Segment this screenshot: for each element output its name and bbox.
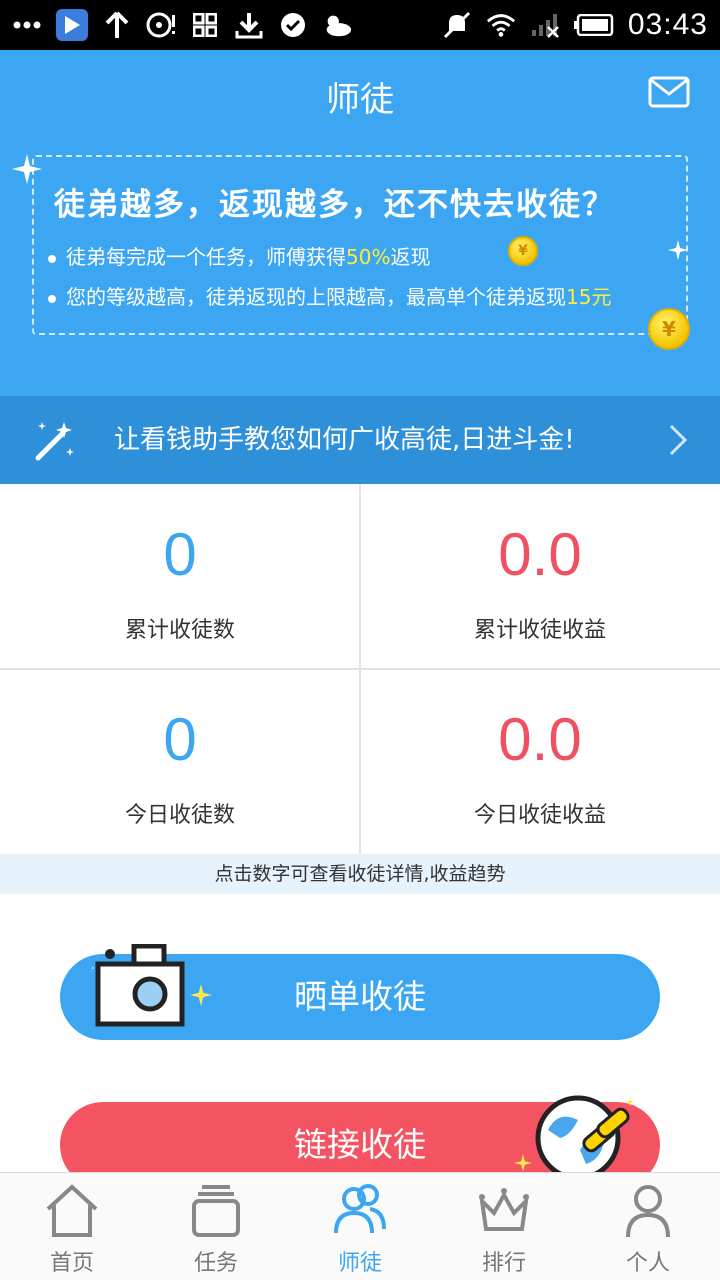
nav-label: 个人 xyxy=(625,1251,670,1276)
camera-icon xyxy=(92,944,185,1027)
tutorial-text: 让看钱助手教您如何广收高徒,日进斗金! xyxy=(114,425,575,455)
stat-label: 累计收徒收益 xyxy=(473,618,606,643)
disc-icon xyxy=(146,10,176,40)
media-player-icon xyxy=(56,9,88,41)
silent-bell-icon xyxy=(442,10,472,40)
promo-line-2-highlight: 15元 xyxy=(566,285,612,309)
link-globe-icon xyxy=(535,1095,634,1172)
check-circle-icon xyxy=(278,10,308,40)
stat-label: 累计收徒数 xyxy=(124,618,235,643)
app-grid-icon xyxy=(190,10,220,40)
nav-label: 任务 xyxy=(193,1251,238,1276)
crown-icon xyxy=(479,1188,529,1231)
stat-total-earnings[interactable]: 0.0 累计收徒收益 xyxy=(360,484,720,669)
nav-label: 首页 xyxy=(49,1251,94,1276)
coin-small-icon: ¥ xyxy=(508,236,538,266)
person-icon xyxy=(626,1185,670,1238)
stat-value[interactable]: 0.0 xyxy=(360,705,720,774)
hint-text: 点击数字可查看收徒详情,收益趋势 xyxy=(0,854,720,894)
header-banner: 师徒 徒弟越多，返现越多，还不快去收徒？ 徒弟每完成一个任务，师傅获得50%返现… xyxy=(0,50,720,396)
nav-label: 师徒 xyxy=(337,1251,382,1276)
promo-line-1: 徒弟每完成一个任务，师傅获得50%返现 xyxy=(48,241,430,270)
mail-icon xyxy=(648,76,690,108)
mail-button[interactable] xyxy=(648,76,690,108)
wifi-icon xyxy=(486,10,516,40)
status-bar-right: 03:43 xyxy=(442,8,708,42)
stat-today-apprentices[interactable]: 0 今日收徒数 xyxy=(0,669,360,854)
stat-label: 今日收徒收益 xyxy=(473,803,606,828)
nav-ranking[interactable]: 排行 xyxy=(432,1173,576,1280)
sparkle-small-icon xyxy=(668,240,688,260)
coin-large-icon: ¥ xyxy=(648,308,690,350)
promo-box: 徒弟越多，返现越多，还不快去收徒？ 徒弟每完成一个任务，师傅获得50%返现 您的… xyxy=(32,155,688,335)
task-stack-icon xyxy=(192,1185,240,1237)
signal-icon xyxy=(530,10,560,40)
page-title: 师徒 xyxy=(326,80,394,120)
nav-profile[interactable]: 个人 xyxy=(576,1173,720,1280)
stat-label: 今日收徒数 xyxy=(124,803,235,828)
nav-label: 排行 xyxy=(481,1251,526,1276)
stat-total-apprentices[interactable]: 0 累计收徒数 xyxy=(0,484,360,669)
promo-headline: 徒弟越多，返现越多，还不快去收徒？ xyxy=(54,187,615,223)
chevron-right-icon xyxy=(669,424,688,456)
grid-divider-horizontal xyxy=(0,668,720,670)
stats-grid: 0 累计收徒数 0.0 累计收徒收益 0 今日收徒数 0.0 今日收徒收益 xyxy=(0,484,720,854)
nav-tasks[interactable]: 任务 xyxy=(144,1173,288,1280)
status-time: 03:43 xyxy=(627,8,708,41)
stat-value[interactable]: 0 xyxy=(0,520,360,589)
status-bar: 03:43 xyxy=(0,0,720,50)
nav-home[interactable]: 首页 xyxy=(0,1173,144,1280)
stat-value[interactable]: 0.0 xyxy=(360,520,720,589)
magic-wand-icon xyxy=(35,422,74,461)
more-dots-icon xyxy=(12,10,42,40)
status-bar-left xyxy=(12,9,352,41)
stat-value[interactable]: 0 xyxy=(0,705,360,774)
people-icon xyxy=(334,1184,386,1234)
promo-line-2-prefix: 您的等级越高，徒弟返现的上限越高，最高单个徒弟返现 xyxy=(66,285,566,309)
nav-mentor[interactable]: 师徒 xyxy=(288,1173,432,1280)
promo-line-1-highlight: 50% xyxy=(346,245,391,269)
weather-cloud-icon xyxy=(322,10,352,40)
tutorial-banner[interactable]: 让看钱助手教您如何广收高徒,日进斗金! xyxy=(0,396,720,484)
download-icon xyxy=(234,10,264,40)
sparkle-yellow-icon xyxy=(190,984,212,1006)
sparkle-yellow-icon xyxy=(514,1154,532,1172)
upload-arrow-icon xyxy=(102,10,132,40)
promo-line-1-suffix: 返现 xyxy=(390,245,431,269)
promo-line-2: 您的等级越高，徒弟返现的上限越高，最高单个徒弟返现15元 xyxy=(48,281,611,310)
home-icon xyxy=(46,1184,98,1237)
bottom-nav: 首页 任务 师徒 排行 个人 xyxy=(0,1172,720,1280)
battery-icon xyxy=(573,10,614,40)
stat-today-earnings[interactable]: 0.0 今日收徒收益 xyxy=(360,669,720,854)
promo-line-1-prefix: 徒弟每完成一个任务，师傅获得 xyxy=(66,245,346,269)
